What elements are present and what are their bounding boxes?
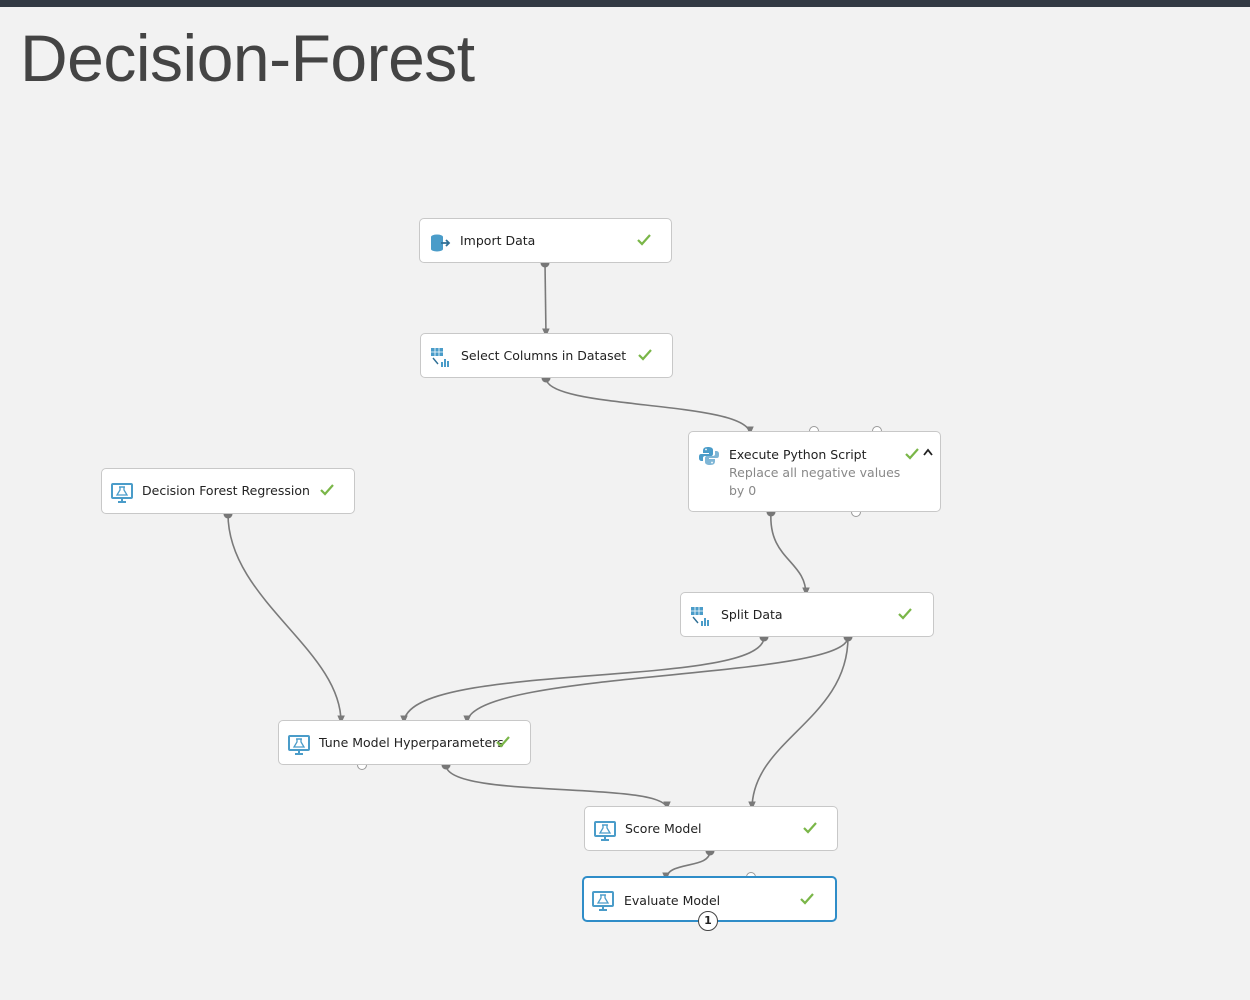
completed-check-icon [803,822,817,834]
edge-import-to-select [542,262,550,337]
module-execute-python-script[interactable]: Execute Python Script Replace all negati… [688,431,941,512]
edge-tune-to-score [445,764,671,810]
module-select-columns[interactable]: Select Columns in Dataset [420,333,673,378]
edge-split-right-to-tune [463,636,849,724]
monitor-flask-icon [592,891,614,911]
table-transform-icon [691,607,709,626]
module-label: Tune Model Hyperparameters [319,735,504,750]
completed-check-icon [496,736,510,748]
edge-split-right-to-score [748,636,849,810]
completed-check-icon [905,448,919,460]
collapse-caret-icon[interactable] [922,447,934,457]
python-icon [699,447,719,465]
module-label: Import Data [460,233,536,248]
module-score-model[interactable]: Score Model [584,806,838,851]
database-icon [431,234,451,252]
monitor-flask-icon [111,483,133,503]
module-label: Select Columns in Dataset [461,348,627,363]
edge-forest-to-tune [227,513,345,724]
edge-select-to-python [545,377,754,435]
module-comment: Replace all negative values by 0 [729,465,901,498]
module-tune-model-hyperparameters[interactable]: Tune Model Hyperparameters [278,720,531,765]
edge-split-left-to-tune [400,636,765,724]
module-split-data[interactable]: Split Data [680,592,934,637]
module-label: Split Data [721,607,783,622]
completed-check-icon [320,484,334,496]
monitor-flask-icon [288,735,310,755]
completed-check-icon [637,234,651,246]
completed-check-icon [638,349,652,361]
edge-python-to-split [770,511,810,596]
completed-check-icon [800,893,814,905]
completed-check-icon [898,608,912,620]
module-import-data[interactable]: Import Data [419,218,672,263]
table-transform-icon [431,348,449,367]
module-label: Score Model [625,821,702,836]
output-port-badge[interactable]: 1 [698,911,718,931]
module-label: Evaluate Model [624,893,721,908]
module-label: Execute Python Script [729,447,867,462]
module-label: Decision Forest Regression [142,483,310,498]
monitor-flask-icon [594,821,616,841]
module-decision-forest-regression[interactable]: Decision Forest Regression [101,468,355,514]
